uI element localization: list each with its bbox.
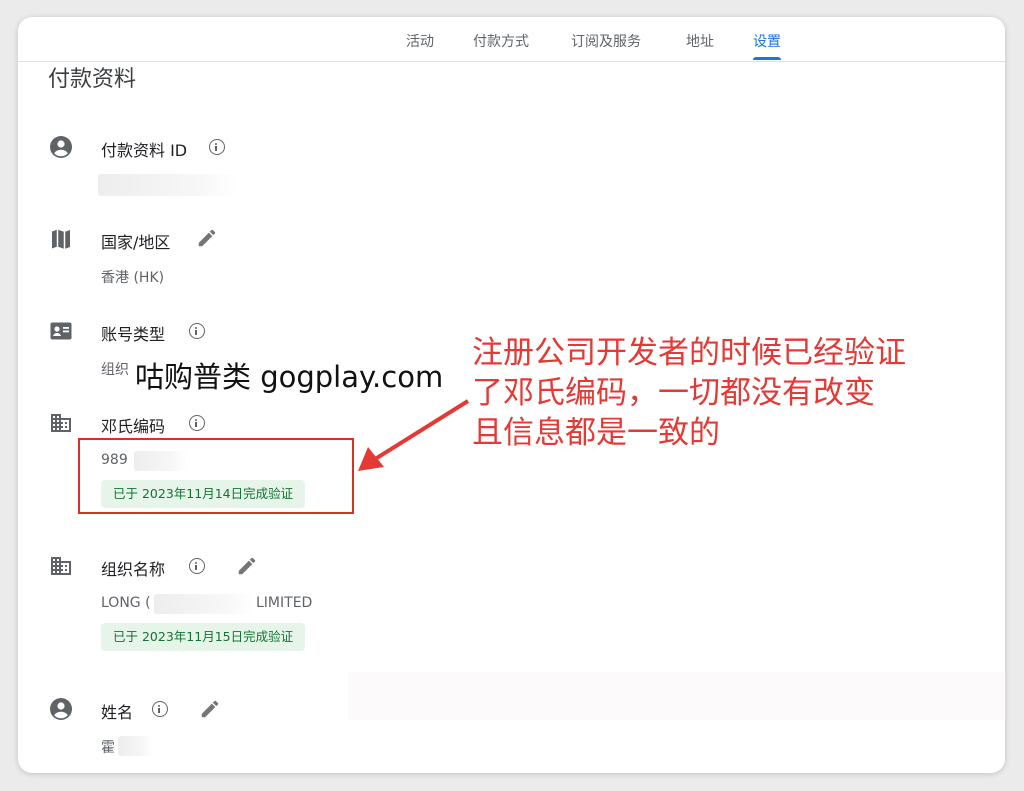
annotation-line: 了邓氏编码，一切都没有改变 xyxy=(472,375,875,411)
edit-org-name-icon[interactable] xyxy=(236,555,258,577)
country-label: 国家/地区 xyxy=(101,233,171,252)
nav-tabs: 活动 付款方式 订阅及服务 地址 设置 xyxy=(18,17,1005,62)
watermark-text: 咕购普类 gogplay.com xyxy=(135,360,444,394)
annotation-arrow xyxy=(358,399,470,471)
name-value: 霍 xyxy=(101,740,115,756)
duns-info-icon[interactable] xyxy=(189,415,205,431)
page-title: 付款资料 xyxy=(48,67,137,92)
map-icon xyxy=(52,229,70,249)
name-info-icon[interactable] xyxy=(152,701,168,717)
profile-id-info-icon[interactable] xyxy=(209,139,225,155)
org-name-value-suffix: LIMITED xyxy=(256,595,313,611)
name-value-redacted xyxy=(118,736,154,756)
annotation-text: 注册公司开发者的时候已经验证 了邓氏编码，一切都没有改变 且信息都是一致的 xyxy=(472,333,1002,453)
org-name-label: 组织名称 xyxy=(101,560,166,579)
profile-id-label: 付款资料 ID xyxy=(101,141,188,160)
contact-card-icon xyxy=(50,322,72,340)
account-type-value: 组织 xyxy=(101,362,129,378)
name-label: 姓名 xyxy=(101,703,134,722)
divider-band xyxy=(348,672,1005,720)
org-name-verified-badge: 已于 2023年11月15日完成验证 xyxy=(101,623,306,651)
account-circle-icon xyxy=(50,698,72,720)
org-name-value-redacted xyxy=(154,594,254,614)
org-name-info-icon[interactable] xyxy=(189,558,205,574)
duns-label: 邓氏编码 xyxy=(101,417,166,436)
account-type-label: 账号类型 xyxy=(101,325,166,344)
tab-subscriptions[interactable]: 订阅及服务 xyxy=(571,31,641,51)
duns-highlight-box xyxy=(78,438,354,514)
tab-activity[interactable]: 活动 xyxy=(406,31,434,51)
edit-name-icon[interactable] xyxy=(199,698,221,720)
annotation-line: 注册公司开发者的时候已经验证 xyxy=(472,335,906,371)
building-icon xyxy=(51,557,71,575)
org-name-value-prefix: LONG ( xyxy=(101,595,151,611)
profile-id-value-redacted xyxy=(98,174,238,196)
account-type-info-icon[interactable] xyxy=(189,323,205,339)
country-value: 香港 (HK) xyxy=(101,270,165,286)
tab-payment-methods[interactable]: 付款方式 xyxy=(473,31,529,51)
building-icon xyxy=(51,414,71,432)
tab-settings[interactable]: 设置 xyxy=(753,31,781,60)
edit-country-icon[interactable] xyxy=(196,227,218,249)
annotation-line: 且信息都是一致的 xyxy=(472,415,720,451)
account-circle-icon xyxy=(50,136,72,158)
tab-addresses[interactable]: 地址 xyxy=(686,31,714,51)
